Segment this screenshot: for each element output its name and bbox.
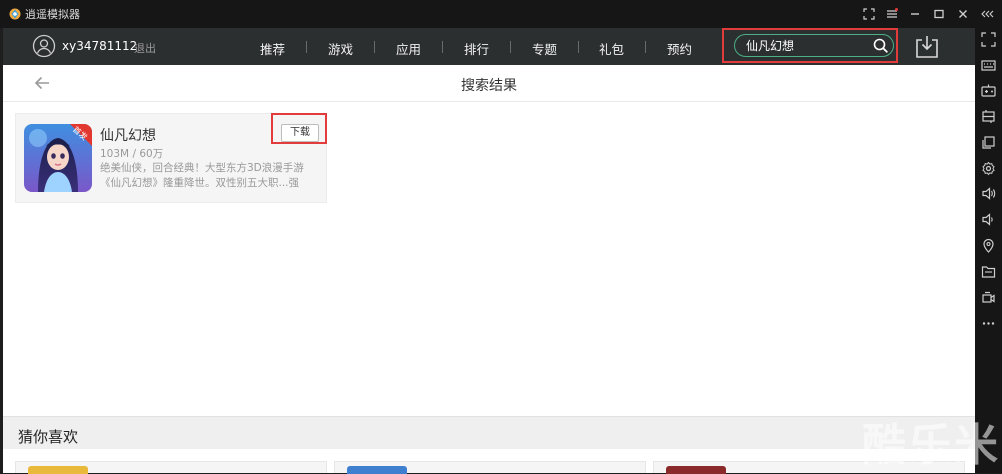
minimize-icon[interactable] <box>907 6 923 22</box>
app-logo-icon <box>9 8 21 20</box>
main-content: 搜索结果 首发 仙凡幻想 103M / 60万 绝美仙侠，回合经典！大型东方3D… <box>3 65 975 474</box>
more-options-icon[interactable] <box>981 316 996 331</box>
menu-icon[interactable] <box>884 6 900 22</box>
nav-tab-topics[interactable]: 专题 <box>532 39 557 58</box>
search-highlight-box <box>722 28 898 63</box>
folder-icon[interactable] <box>981 264 996 279</box>
window-title: 逍遥模拟器 <box>25 8 80 21</box>
app-icon[interactable]: 首发 <box>24 124 92 192</box>
app-size-downloads: 103M / 60万 <box>100 148 164 160</box>
watermark-text: 酷乐米 <box>862 420 1000 471</box>
location-pin-icon[interactable] <box>981 238 996 253</box>
nav-divider <box>510 41 511 53</box>
fullscreen-icon[interactable] <box>861 6 877 22</box>
logout-link[interactable]: 退出 <box>134 40 156 56</box>
recommendations-title: 猜你喜欢 <box>18 428 79 446</box>
nav-divider <box>374 41 375 53</box>
result-header: 搜索结果 <box>3 65 975 102</box>
settings-gear-icon[interactable] <box>981 161 996 176</box>
username: xy34781112 <box>62 39 138 53</box>
download-highlight-box <box>271 113 327 144</box>
keyboard-icon[interactable] <box>981 58 996 73</box>
close-icon[interactable] <box>955 6 971 22</box>
window-icon[interactable] <box>981 135 996 150</box>
maximize-icon[interactable] <box>931 6 947 22</box>
nav-tab-gifts[interactable]: 礼包 <box>599 39 624 58</box>
window-titlebar: 逍遥模拟器 <box>0 0 1002 28</box>
recommended-card[interactable] <box>15 461 327 474</box>
gamepad-icon[interactable] <box>981 83 996 98</box>
nav-divider <box>645 41 646 53</box>
multi-instance-icon[interactable] <box>981 109 996 124</box>
recommended-card[interactable] <box>334 461 646 474</box>
emulator-sidebar <box>975 28 1002 473</box>
download-manager-icon[interactable] <box>914 33 940 59</box>
nav-divider <box>306 41 307 53</box>
user-avatar-icon[interactable] <box>32 34 56 58</box>
app-name[interactable]: 仙凡幻想 <box>100 125 156 145</box>
screen-record-icon[interactable] <box>981 290 996 305</box>
recommendations-header: 猜你喜欢 <box>3 416 975 449</box>
volume-up-icon[interactable] <box>981 186 996 201</box>
nav-tab-apps[interactable]: 应用 <box>396 39 421 58</box>
volume-down-icon[interactable] <box>981 212 996 227</box>
nav-tab-games[interactable]: 游戏 <box>328 39 353 58</box>
fullscreen-toggle-icon[interactable] <box>981 32 996 47</box>
nav-tab-ranking[interactable]: 排行 <box>464 39 489 58</box>
app-description: 绝美仙侠，回合经典！大型东方3D浪漫手游《仙凡幻想》隆重降世。双性别五大职...… <box>100 162 304 189</box>
page-title: 搜索结果 <box>461 78 517 94</box>
nav-tab-reserve[interactable]: 预约 <box>667 39 692 58</box>
nav-divider <box>442 41 443 53</box>
nav-divider <box>578 41 579 53</box>
nav-tab-recommend[interactable]: 推荐 <box>260 39 285 58</box>
collapse-sidebar-icon[interactable] <box>980 6 996 22</box>
